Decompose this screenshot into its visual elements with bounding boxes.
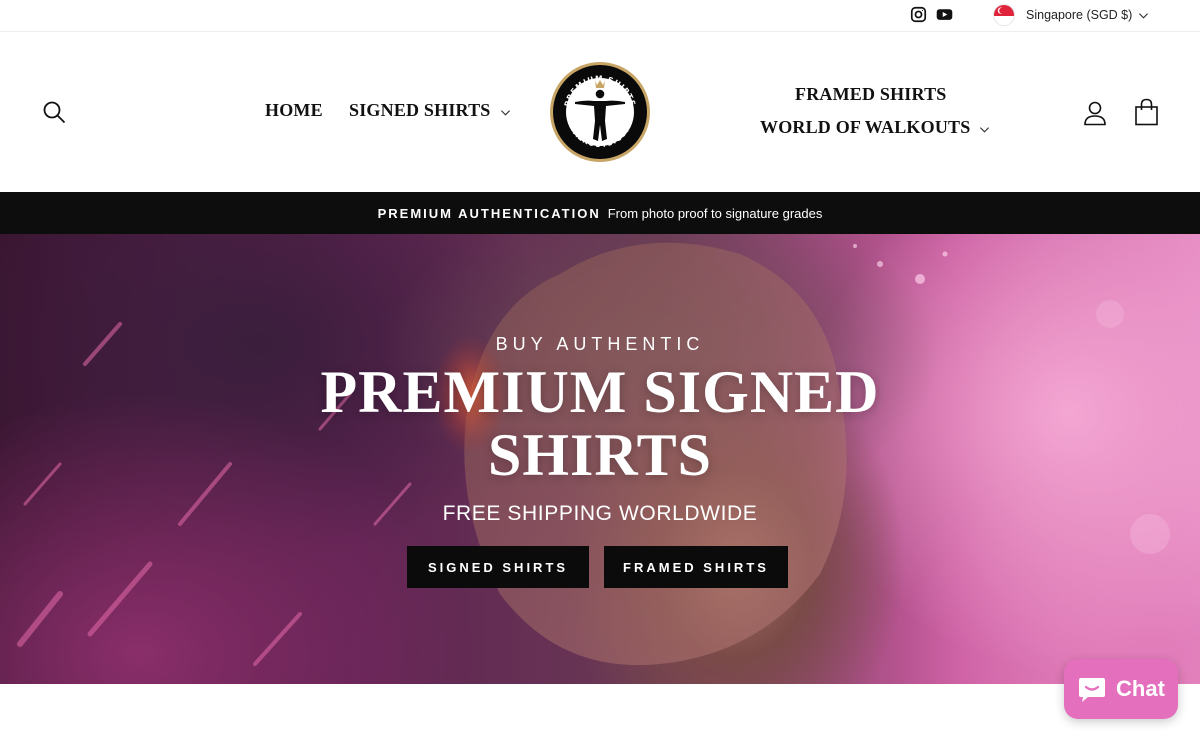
chevron-down-icon <box>980 126 990 133</box>
hero-content: BUY AUTHENTIC PREMIUM SIGNED SHIRTS FREE… <box>0 234 1200 684</box>
hero-subtitle: FREE SHIPPING WORLDWIDE <box>442 502 758 525</box>
account-icon[interactable] <box>1083 100 1107 126</box>
instagram-icon[interactable] <box>910 6 927 23</box>
nav-home-label: HOME <box>265 100 323 120</box>
chat-button[interactable]: Chat <box>1064 659 1178 719</box>
hero-title-line-1: PREMIUM SIGNED <box>320 359 880 425</box>
chevron-down-icon <box>1139 12 1149 19</box>
utility-bar: Singapore (SGD $) <box>0 0 1200 32</box>
currency-label: Singapore (SGD $) <box>1026 8 1133 22</box>
chevron-down-icon <box>500 109 510 116</box>
nav-world-of-walkouts[interactable]: WORLD OF WALKOUTS <box>760 117 990 138</box>
hero-eyebrow: BUY AUTHENTIC <box>495 334 705 354</box>
chat-label: Chat <box>1116 676 1165 701</box>
search-icon[interactable] <box>42 100 66 124</box>
signed-shirts-button[interactable]: SIGNED SHIRTS <box>407 546 589 588</box>
site-logo[interactable]: PREMIUM SHIRTS WALKOUTS.COM <box>549 61 651 163</box>
nav-framed-shirts[interactable]: FRAMED SHIRTS <box>795 84 947 105</box>
announcement-text: From photo proof to signature grades <box>607 205 823 221</box>
currency-selector[interactable]: Singapore (SGD $) <box>993 4 1149 26</box>
nav-framed-shirts-label: FRAMED SHIRTS <box>795 84 947 104</box>
hero-banner: BUY AUTHENTIC PREMIUM SIGNED SHIRTS FREE… <box>0 234 1200 684</box>
nav-signed-shirts-label: SIGNED SHIRTS <box>349 100 491 120</box>
chat-bubble-icon <box>1079 678 1106 702</box>
site-header: HOME SIGNED SHIRTS PREMIUM SHIRTS WALKOU… <box>0 32 1200 192</box>
nav-world-of-walkouts-label: WORLD OF WALKOUTS <box>760 117 971 137</box>
singapore-flag-icon <box>993 4 1015 26</box>
announcement-bar[interactable]: PREMIUM AUTHENTICATION From photo proof … <box>0 192 1200 234</box>
cart-icon[interactable] <box>1134 98 1159 126</box>
nav-home[interactable]: HOME <box>265 100 323 121</box>
social-links <box>910 6 953 23</box>
framed-shirts-button[interactable]: FRAMED SHIRTS <box>604 546 788 588</box>
youtube-icon[interactable] <box>936 6 953 23</box>
hero-title: PREMIUM SIGNED SHIRTS <box>250 361 950 487</box>
nav-signed-shirts[interactable]: SIGNED SHIRTS <box>349 100 511 121</box>
announcement-heading: PREMIUM AUTHENTICATION <box>377 205 601 221</box>
hero-title-line-2: SHIRTS <box>488 422 712 488</box>
